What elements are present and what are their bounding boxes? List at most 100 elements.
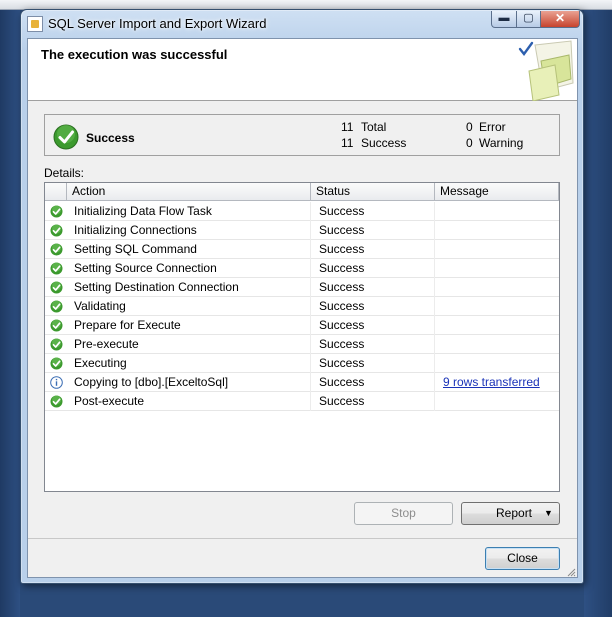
row-message: [435, 335, 559, 354]
row-status: Success: [311, 278, 435, 297]
row-action: Post-execute: [67, 392, 311, 411]
table-row[interactable]: Setting Destination Connection Success: [45, 278, 559, 297]
row-message: [435, 316, 559, 335]
header-icon-column[interactable]: [45, 183, 67, 201]
report-button[interactable]: Report ▼: [461, 502, 560, 525]
wizard-checkmark-icon: [518, 40, 574, 101]
row-icon-cell: [45, 278, 67, 297]
row-message: [435, 240, 559, 259]
resize-grip-icon[interactable]: [566, 567, 576, 577]
row-icon-cell: [45, 259, 67, 278]
header-panel: The execution was successful: [28, 39, 577, 101]
row-action: Initializing Connections: [67, 221, 311, 240]
details-grid[interactable]: Action Status Message Initializing Data …: [44, 182, 560, 492]
page-title: The execution was successful: [41, 47, 228, 62]
success-check-icon: [50, 319, 63, 332]
stop-button[interactable]: Stop: [354, 502, 453, 525]
wizard-app-icon: [27, 16, 43, 32]
grid-header: Action Status Message: [45, 183, 559, 201]
row-status: Success: [311, 202, 435, 221]
table-row[interactable]: Copying to [dbo].[ExceltoSql] Success 9 ro…: [45, 373, 559, 392]
row-message: [435, 354, 559, 373]
row-action: Setting Destination Connection: [67, 278, 311, 297]
row-message: [435, 392, 559, 411]
row-status: Success: [311, 259, 435, 278]
row-status: Success: [311, 221, 435, 240]
column-header-action[interactable]: Action: [67, 183, 311, 201]
warning-count: 0: [466, 136, 473, 150]
row-icon-cell: [45, 335, 67, 354]
close-button[interactable]: Close: [485, 547, 560, 570]
row-message: [435, 297, 559, 316]
details-label: Details:: [44, 166, 85, 180]
row-icon-cell: [45, 354, 67, 373]
row-icon-cell: [45, 297, 67, 316]
summary-status: Success: [86, 131, 135, 145]
table-row[interactable]: Post-execute Success: [45, 392, 559, 411]
table-row[interactable]: Setting SQL Command Success: [45, 240, 559, 259]
row-status: Success: [311, 392, 435, 411]
success-check-icon: [50, 395, 63, 408]
row-status: Success: [311, 240, 435, 259]
chevron-down-icon: ▼: [544, 508, 553, 518]
dialog-client-area: The execution was successful Success 11 …: [27, 38, 578, 578]
wizard-window: SQL Server Import and Export Wizard ▬ ▢ …: [20, 9, 584, 584]
window-title: SQL Server Import and Export Wizard: [48, 16, 267, 31]
minimize-button[interactable]: ▬: [491, 11, 517, 28]
table-row[interactable]: Prepare for Execute Success: [45, 316, 559, 335]
row-icon-cell: [45, 240, 67, 259]
row-icon-cell: [45, 316, 67, 335]
success-check-icon: [50, 224, 63, 237]
success-check-icon: [50, 357, 63, 370]
error-label: Error: [479, 120, 506, 134]
row-message: [435, 278, 559, 297]
warning-label: Warning: [479, 136, 524, 150]
row-status: Success: [311, 373, 435, 392]
row-action: Executing: [67, 354, 311, 373]
column-header-message[interactable]: Message: [435, 183, 559, 201]
background-right-edge: [584, 10, 612, 617]
row-action: Pre-execute: [67, 335, 311, 354]
table-row[interactable]: Initializing Connections Success: [45, 221, 559, 240]
summary-panel: Success 11 Total 11 Success 0 Error 0 Wa…: [44, 114, 560, 156]
success-check-icon: [50, 205, 63, 218]
success-check-icon: [50, 262, 63, 275]
success-check-icon: [50, 338, 63, 351]
row-action: Initializing Data Flow Task: [67, 202, 311, 221]
success-label: Success: [361, 136, 407, 150]
row-icon-cell: [45, 202, 67, 221]
row-message: 9 rows transferred: [435, 373, 559, 392]
total-count: 11: [341, 120, 354, 134]
error-count: 0: [466, 120, 473, 134]
table-row[interactable]: Initializing Data Flow Task Success: [45, 202, 559, 221]
row-message: [435, 259, 559, 278]
footer-divider: [28, 538, 577, 539]
table-row[interactable]: Executing Success: [45, 354, 559, 373]
success-check-icon: [50, 243, 63, 256]
rows-transferred-link[interactable]: 9 rows transferred: [443, 375, 540, 389]
success-check-icon: [50, 281, 63, 294]
row-status: Success: [311, 297, 435, 316]
maximize-button[interactable]: ▢: [516, 11, 541, 28]
row-message: [435, 221, 559, 240]
total-label: Total: [361, 120, 387, 134]
row-status: Success: [311, 354, 435, 373]
title-bar[interactable]: SQL Server Import and Export Wizard ▬ ▢ …: [21, 10, 583, 38]
close-window-button[interactable]: ✕: [540, 11, 580, 28]
table-row[interactable]: Validating Success: [45, 297, 559, 316]
row-icon-cell: [45, 221, 67, 240]
background-left-edge: [0, 10, 20, 617]
table-row[interactable]: Pre-execute Success: [45, 335, 559, 354]
report-button-label: Report: [496, 506, 533, 520]
table-row[interactable]: Setting Source Connection Success: [45, 259, 559, 278]
row-action: Copying to [dbo].[ExceltoSql]: [67, 373, 311, 392]
success-count: 11: [341, 136, 354, 150]
info-icon: [50, 376, 63, 389]
column-header-status[interactable]: Status: [311, 183, 435, 201]
row-status: Success: [311, 316, 435, 335]
row-action: Validating: [67, 297, 311, 316]
success-check-icon: [50, 300, 63, 313]
row-icon-cell: [45, 392, 67, 411]
row-message: [435, 202, 559, 221]
row-action: Setting SQL Command: [67, 240, 311, 259]
